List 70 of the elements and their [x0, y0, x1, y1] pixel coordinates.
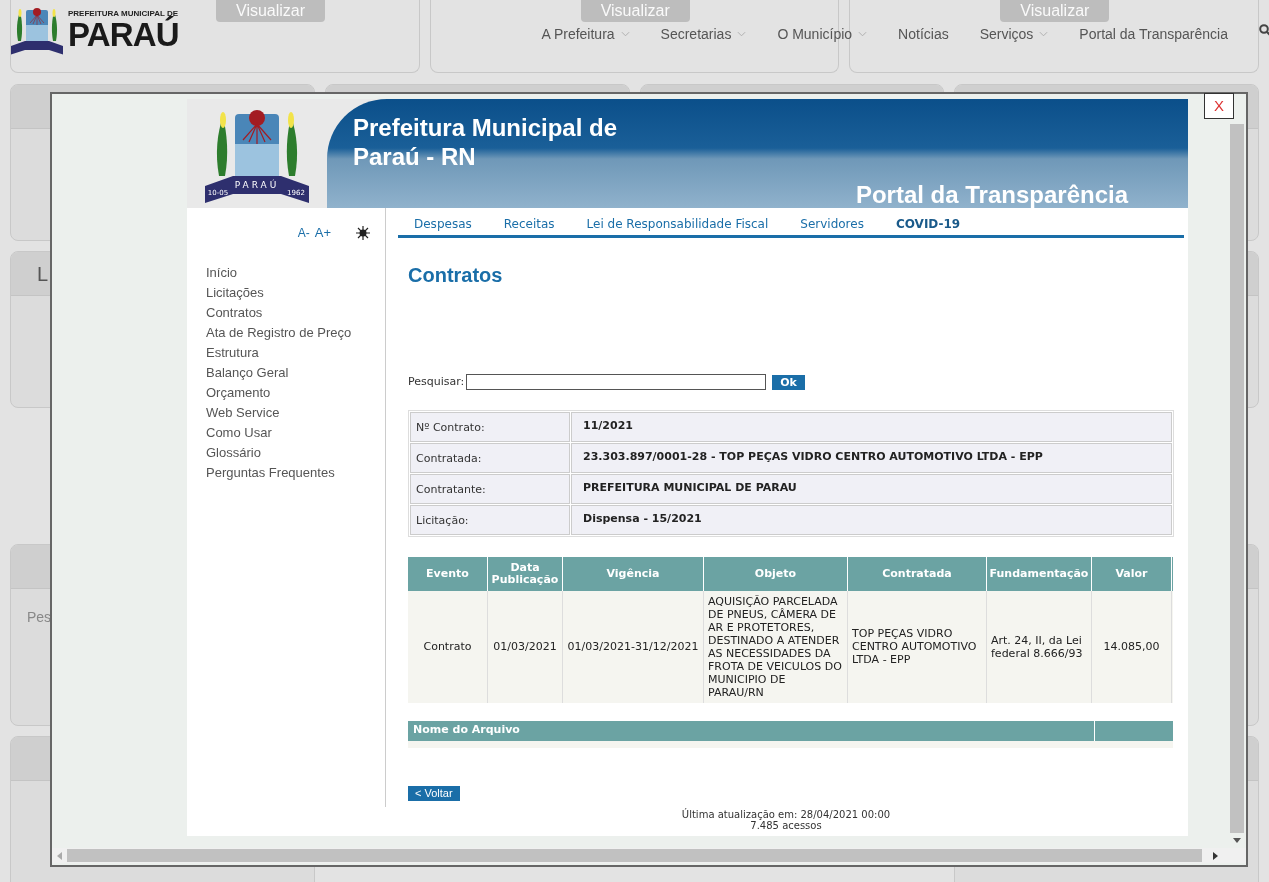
- table-cell: 23.303.897/0001-28 - TOP PEÇAS VIDRO CENTRO AUTOMOTIVO LTDA - EPP: [571, 442, 1172, 473]
- table-cell: Nº Contrato:: [410, 411, 570, 442]
- table-cell: 14.085,00: [1092, 590, 1172, 703]
- chevron-down-icon: [620, 31, 630, 37]
- column-header: Data Publicação: [488, 556, 563, 591]
- search-icon[interactable]: [1259, 24, 1269, 36]
- nav-tab[interactable]: COVID-19: [895, 215, 961, 233]
- contrast-icon[interactable]: [356, 225, 370, 240]
- sidebar-link[interactable]: Ata de Registro de Preço: [206, 322, 385, 343]
- sidebar-link[interactable]: Glossário: [206, 442, 385, 463]
- table-cell: TOP PEÇAS VIDRO CENTRO AUTOMOTIVO LTDA - EPP: [848, 590, 987, 703]
- table-cell: AQUISIÇÃO PARCELADA DE PNEUS, CÂMERA DE AR E PROTETORES, DESTINADO A ATENDER AS NECESSIDADES DA FROTA DE VEICULOS DO MUNICIPIO DE PARAU/RN: [704, 590, 848, 703]
- table-cell: 01/03/2021-31/12/2021: [563, 590, 704, 703]
- page-title: Contratos: [408, 263, 504, 288]
- chevron-down-icon: [1039, 31, 1049, 37]
- table-cell: Art. 24, II, da Lei federal 8.666/93: [987, 590, 1092, 703]
- column-header: Valor: [1092, 556, 1172, 591]
- table-cell: Contrato: [408, 590, 488, 703]
- search-field[interactable]: [466, 374, 767, 391]
- increase-font-link[interactable]: A+: [314, 223, 331, 243]
- scrollbar-thumb[interactable]: [1230, 124, 1244, 833]
- scroll-right-icon[interactable]: [1213, 851, 1218, 860]
- search-label: Pesquisar:: [408, 374, 465, 390]
- sidebar-link[interactable]: Orçamento: [206, 382, 385, 403]
- sidebar-link[interactable]: Contratos: [206, 302, 385, 323]
- banner-title: Prefeitura Municipal de Paraú - RN: [353, 113, 619, 171]
- card-text: Pes: [27, 609, 52, 625]
- nav-link[interactable]: A Prefeitura: [541, 23, 630, 45]
- column-header: Fundamentação: [987, 556, 1092, 591]
- sidebar-link[interactable]: Como Usar: [206, 422, 385, 443]
- table-cell: 11/2021: [571, 411, 1172, 442]
- sidebar-link[interactable]: Licitações: [206, 282, 385, 303]
- nav-link[interactable]: O Município: [777, 23, 868, 45]
- scrollbar-thumb[interactable]: [67, 849, 1202, 862]
- ok-button[interactable]: Ok: [772, 374, 805, 390]
- decrease-font-link[interactable]: A-: [297, 223, 310, 242]
- column-header: Vigência: [563, 556, 704, 591]
- nav-link[interactable]: Serviços: [979, 23, 1049, 45]
- nav-link[interactable]: Notícias: [898, 23, 949, 45]
- sidebar-link[interactable]: Perguntas Frequentes: [206, 462, 385, 483]
- nav-tab[interactable]: Despesas: [414, 215, 472, 233]
- chevron-down-icon: [858, 31, 868, 37]
- nav-tab[interactable]: Servidores: [800, 215, 864, 233]
- scroll-down-icon[interactable]: [1233, 838, 1241, 843]
- table-cell: PREFEITURA MUNICIPAL DE PARAU: [571, 473, 1172, 504]
- nav-tab[interactable]: Receitas: [503, 215, 555, 233]
- footer-text: 7.485 acessos: [750, 819, 822, 831]
- footer-text: Última atualização em: 28/04/2021 00:00: [681, 808, 891, 820]
- sidebar-link[interactable]: Início: [206, 262, 385, 283]
- column-header: Evento: [408, 556, 488, 591]
- chevron-down-icon: [737, 31, 747, 37]
- nav-link[interactable]: Portal da Transparência: [1079, 23, 1228, 45]
- column-header: Objeto: [704, 556, 848, 591]
- nav-tab[interactable]: Lei de Responsabilidade Fiscal: [586, 215, 769, 233]
- column-header: Nome do Arquivo: [408, 720, 1095, 741]
- column-header: Contratada: [848, 556, 987, 591]
- back-button[interactable]: < Voltar: [408, 785, 460, 801]
- card-title: L: [37, 261, 49, 287]
- nav-link[interactable]: Secretarias: [660, 23, 747, 45]
- table-cell: Contratante:: [410, 473, 570, 504]
- close-button[interactable]: X: [1204, 93, 1234, 119]
- table-cell: Dispensa - 15/2021: [571, 504, 1172, 535]
- sidebar-link[interactable]: Estrutura: [206, 342, 385, 363]
- table-cell: Contratada:: [410, 442, 570, 473]
- sidebar-link[interactable]: Balanço Geral: [206, 362, 385, 383]
- banner-subtitle: Portal da Transparência: [855, 180, 1128, 210]
- table-cell: Licitação:: [410, 504, 570, 535]
- table-cell: 01/03/2021: [488, 590, 563, 703]
- logo-title: PARAÚ: [68, 17, 179, 51]
- sidebar-link[interactable]: Web Service: [206, 402, 385, 423]
